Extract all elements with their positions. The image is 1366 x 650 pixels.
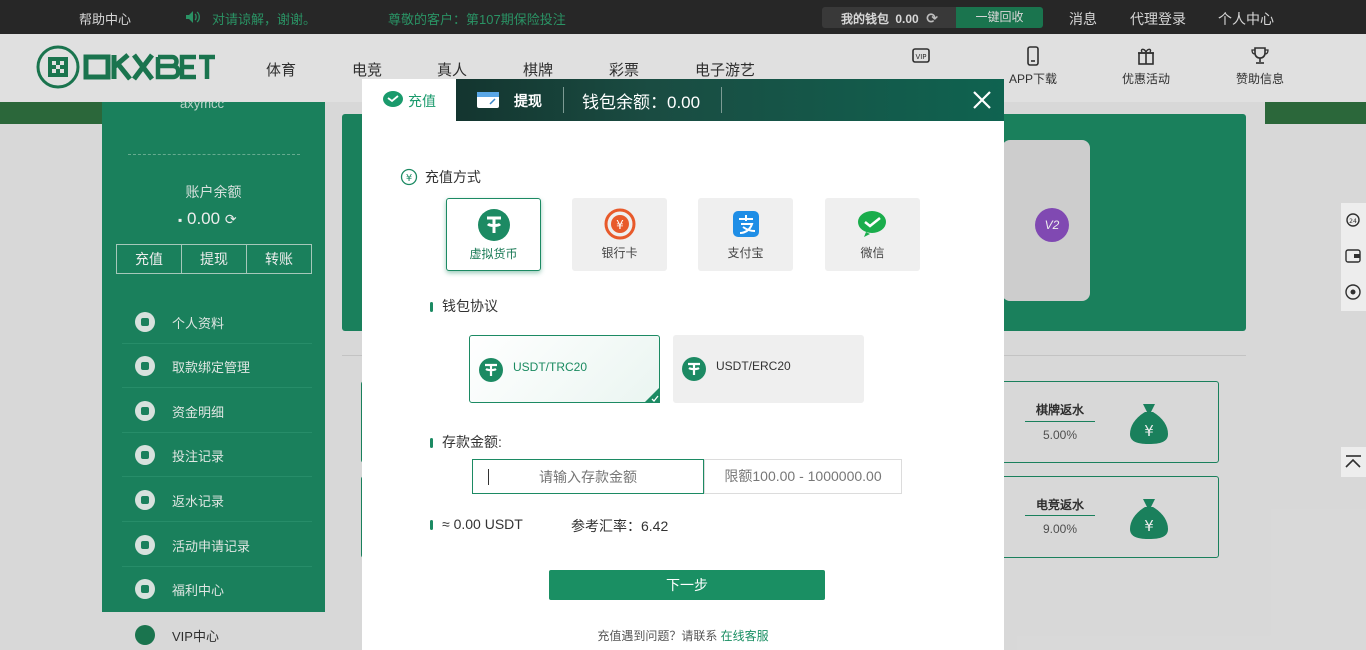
selected-check-icon xyxy=(644,387,660,403)
method-alipay[interactable]: 支付宝 xyxy=(698,198,793,271)
svg-text:¥: ¥ xyxy=(616,218,624,232)
next-step-button[interactable]: 下一步 xyxy=(549,570,825,600)
method-bank-card-label: 银行卡 xyxy=(601,246,638,260)
protocol-trc20[interactable]: USDT/TRC20 xyxy=(469,335,660,403)
section-marker xyxy=(430,520,433,530)
deposit-modal: 充值 提现 钱包余额：0.00 ¥ 充值方式 虚拟货币 ¥ 银行卡 支付宝 微信… xyxy=(362,79,1004,650)
section-marker xyxy=(430,302,433,312)
exchange-rate: 参考汇率：6.42 xyxy=(571,518,669,534)
usdt-estimate: ≈ 0.00 USDT xyxy=(442,516,523,532)
usdt-estimate-row: ≈ 0.00 USDT xyxy=(430,516,523,532)
deposit-amount-input[interactable] xyxy=(472,459,704,494)
deposit-icon xyxy=(383,91,403,107)
method-crypto-label: 虚拟货币 xyxy=(469,247,518,261)
tether-icon xyxy=(682,357,706,381)
method-bank-card[interactable]: ¥ 银行卡 xyxy=(572,198,667,271)
wallet-protocol-label: 钱包协议 xyxy=(442,298,498,314)
tab-withdraw[interactable]: 提现 xyxy=(476,90,556,112)
payment-method-label: 充值方式 xyxy=(424,169,481,185)
close-icon[interactable] xyxy=(971,89,993,111)
deposit-amount-heading: 存款金额: xyxy=(430,432,502,452)
wechat-icon xyxy=(857,211,886,237)
support-help-line: 充值遇到问题？请联系 在线客服 xyxy=(362,627,1004,644)
header-separator xyxy=(563,87,564,113)
yen-circle-icon: ¥ xyxy=(400,168,418,186)
wallet-balance: 钱包余额：0.00 xyxy=(582,93,701,112)
wallet-protocol-heading: 钱包协议 xyxy=(430,296,498,316)
deposit-amount-label: 存款金额: xyxy=(442,434,502,450)
online-support-link[interactable]: 在线客服 xyxy=(721,629,769,643)
protocol-trc20-label: USDT/TRC20 xyxy=(513,360,588,374)
withdraw-card-icon xyxy=(477,92,499,108)
payment-method-heading: ¥ 充值方式 xyxy=(400,167,481,187)
alipay-icon xyxy=(732,211,759,237)
support-help-text: 充值遇到问题？请联系 xyxy=(597,629,718,643)
section-marker xyxy=(430,438,433,448)
method-wechat[interactable]: 微信 xyxy=(825,198,920,271)
method-alipay-label: 支付宝 xyxy=(727,246,764,260)
text-caret xyxy=(488,469,489,485)
method-wechat-label: 微信 xyxy=(860,246,885,260)
protocol-erc20[interactable]: USDT/ERC20 xyxy=(673,335,864,403)
deposit-limit: 限额100.00 - 1000000.00 xyxy=(704,459,902,494)
tether-icon xyxy=(477,209,510,241)
bank-card-icon: ¥ xyxy=(604,208,635,240)
method-crypto[interactable]: 虚拟货币 xyxy=(446,198,541,271)
svg-text:¥: ¥ xyxy=(406,173,412,184)
protocol-erc20-label: USDT/ERC20 xyxy=(716,359,791,373)
tab-deposit[interactable]: 充值 xyxy=(362,79,456,121)
tab-withdraw-label: 提现 xyxy=(514,93,542,109)
modal-header: 充值 提现 钱包余额：0.00 xyxy=(362,79,1004,121)
header-separator xyxy=(721,87,722,113)
tether-icon xyxy=(479,358,503,382)
tab-deposit-label: 充值 xyxy=(408,93,436,109)
